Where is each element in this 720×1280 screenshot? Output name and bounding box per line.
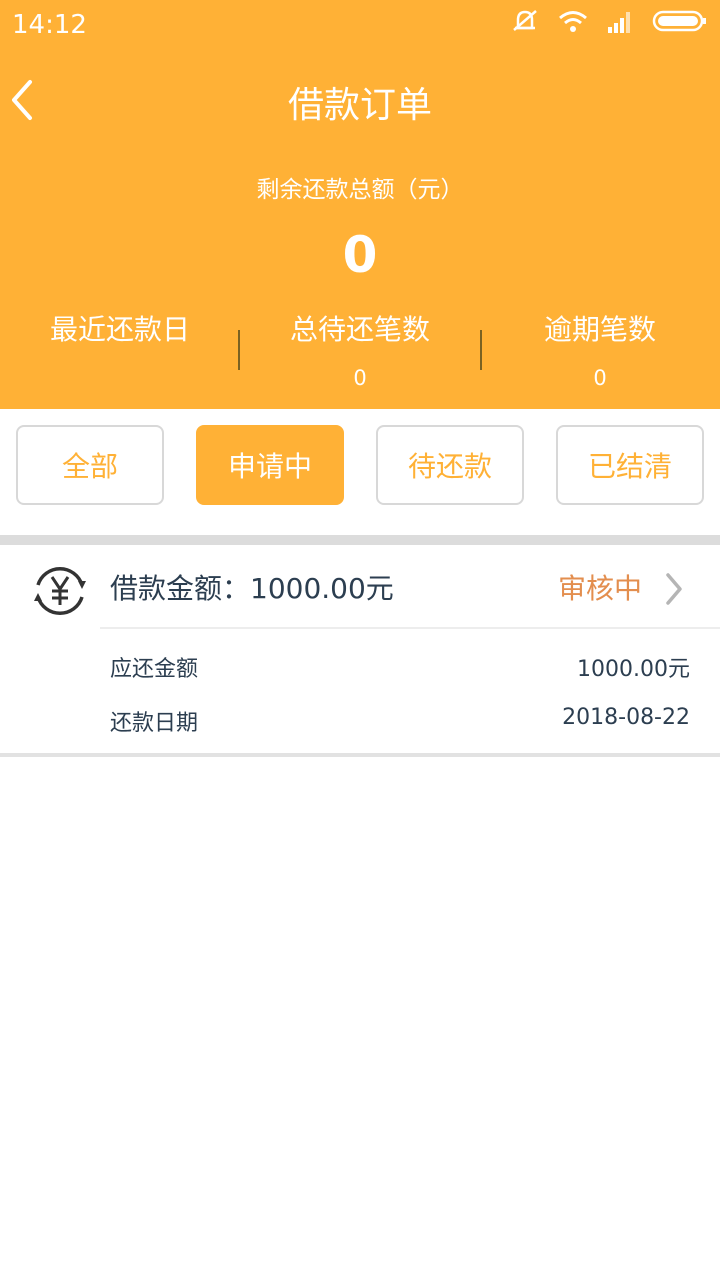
mute-icon — [513, 10, 537, 31]
repayment-date-value: 2018-08-22 — [562, 705, 690, 730]
chevron-right-icon[interactable] — [662, 571, 686, 607]
signal-icon — [608, 12, 630, 33]
tab-applying[interactable]: 申请中 — [196, 425, 344, 505]
page-title: 借款订单 — [287, 85, 432, 126]
stat-latest-repayment-date: 最近还款日 — [0, 312, 240, 392]
repayment-date-label: 还款日期 — [110, 711, 199, 736]
section-separator — [0, 535, 720, 545]
status-time: 14:12 — [12, 10, 87, 40]
wifi-icon — [559, 11, 587, 32]
yen-icon — [34, 567, 86, 615]
stat-label: 逾期笔数 — [543, 313, 656, 346]
order-status: 审核中 — [557, 572, 642, 605]
stat-value: 0 — [593, 366, 607, 390]
filter-tabs: 全部 申请中 待还款 已结清 — [0, 425, 720, 505]
status-icons — [510, 8, 708, 34]
card-divider — [100, 627, 720, 629]
stat-label: 最近还款日 — [49, 313, 190, 346]
stat-overdue-count: 逾期笔数 0 — [480, 312, 720, 392]
tab-to-repay[interactable]: 待还款 — [376, 425, 524, 505]
remaining-total-value: 0 — [342, 226, 378, 284]
stat-label: 总待还笔数 — [289, 313, 430, 346]
loan-amount: 借款金额：1000.00元 — [110, 572, 394, 605]
card-bottom-border — [0, 753, 720, 757]
tab-all[interactable]: 全部 — [16, 425, 164, 505]
stat-value — [0, 366, 240, 392]
tab-settled[interactable]: 已结清 — [556, 425, 704, 505]
battery-icon — [652, 10, 706, 32]
header: 14:12 借款订单 剩余还款总额（元） 0 最近还款日 总待还笔数 0 逾期笔… — [0, 0, 720, 409]
due-amount-label: 应还金额 — [110, 657, 199, 682]
stat-value: 0 — [353, 366, 367, 390]
order-card[interactable]: 借款金额：1000.00元 审核中 应还金额 1000.00元 还款日期 201… — [0, 545, 720, 755]
due-amount-value: 1000.00元 — [577, 657, 690, 682]
remaining-total-label: 剩余还款总额（元） — [256, 177, 464, 203]
stat-pending-count: 总待还笔数 0 — [240, 312, 480, 392]
